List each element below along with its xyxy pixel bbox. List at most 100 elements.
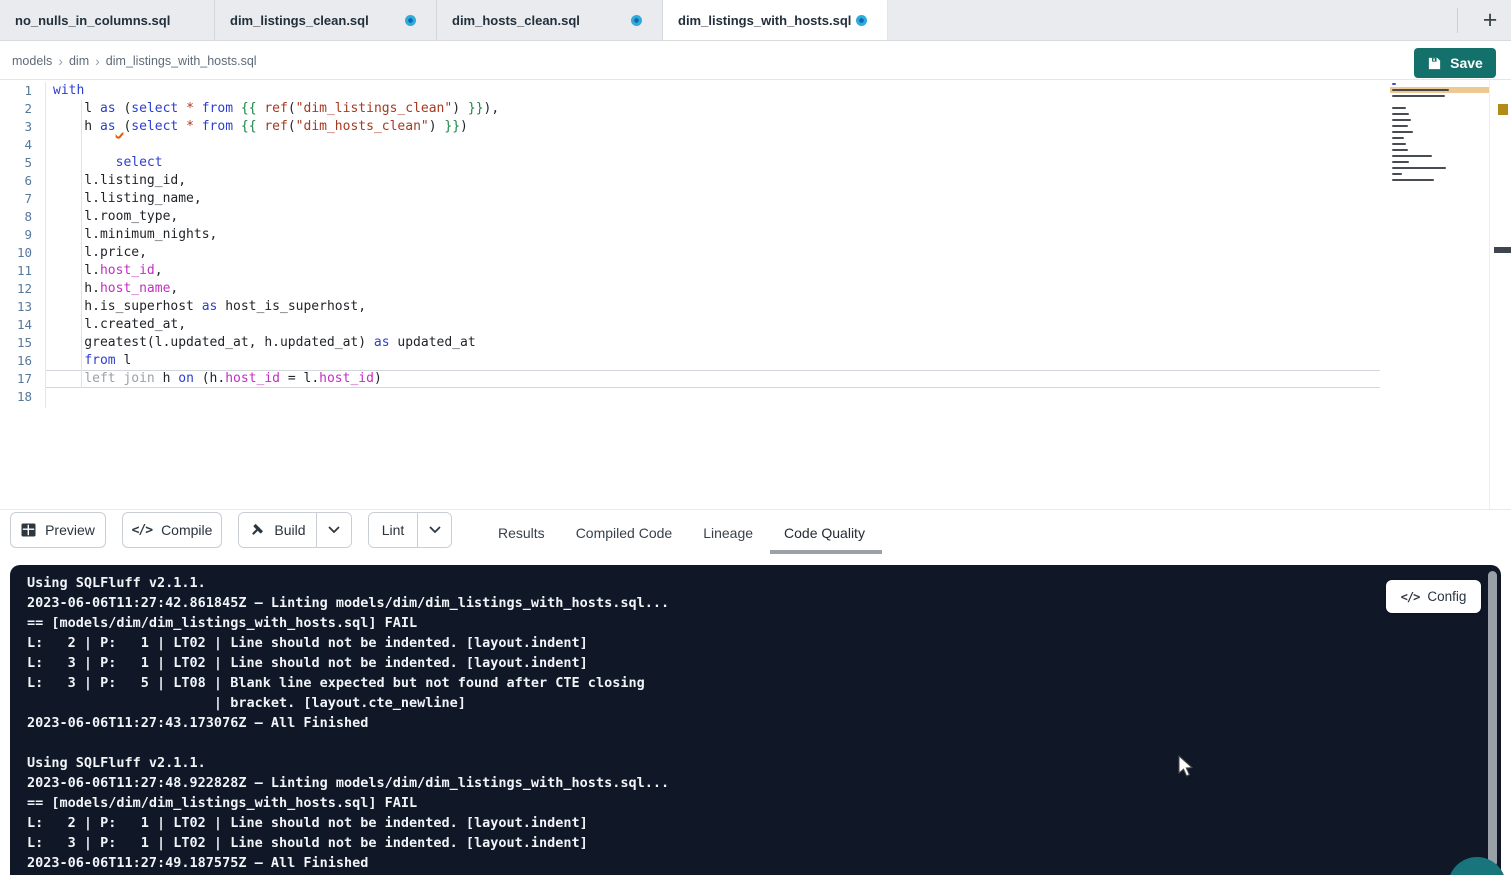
- action-toolbar: Preview </> Compile Build Lin: [0, 509, 1511, 554]
- lint-split-button: Lint: [368, 512, 452, 548]
- unsaved-changes-icon: [856, 15, 867, 26]
- code-token: greatest(l.updated_at, h.updated_at): [53, 335, 374, 350]
- panel-tab-code-quality[interactable]: Code Quality: [784, 510, 865, 555]
- config-button[interactable]: </> Config: [1386, 580, 1481, 613]
- code-line[interactable]: h.is_superhost as host_is_superhost,: [46, 298, 1380, 316]
- panel-tabs: Results Compiled Code Lineage Code Quality: [498, 510, 865, 555]
- tab-label: no_nulls_in_columns.sql: [15, 13, 170, 28]
- breadcrumb-item[interactable]: dim_listings_with_hosts.sql: [106, 54, 257, 68]
- breadcrumb-item[interactable]: models: [12, 54, 52, 68]
- code-line[interactable]: [46, 388, 1380, 406]
- code-token: l.listing_id,: [53, 173, 186, 188]
- panel-tab-compiled-code[interactable]: Compiled Code: [576, 510, 673, 555]
- panel-tab-results[interactable]: Results: [498, 510, 545, 555]
- editor-tab[interactable]: dim_hosts_clean.sql: [437, 0, 663, 40]
- minimap-line: [1392, 137, 1404, 139]
- code-token: (: [288, 101, 296, 116]
- code-line[interactable]: l.listing_id,: [46, 172, 1380, 190]
- code-token: [178, 119, 186, 134]
- code-line[interactable]: l.price,: [46, 244, 1380, 262]
- code-token: [233, 119, 241, 134]
- line-number: 10: [0, 244, 32, 262]
- breadcrumb-item[interactable]: dim: [69, 54, 89, 68]
- table-icon: [21, 523, 36, 537]
- editor-tab[interactable]: no_nulls_in_columns.sql: [0, 0, 215, 40]
- minimap-line: [1392, 119, 1411, 121]
- config-label: Config: [1427, 589, 1466, 604]
- minimap-line: [1392, 155, 1432, 157]
- code-line[interactable]: select: [46, 154, 1380, 172]
- plus-icon: +: [1483, 6, 1498, 34]
- editor-scrollbar-thumb[interactable]: [1494, 247, 1511, 253]
- minimap-line: [1392, 107, 1406, 109]
- code-editor[interactable]: 123456789101112131415161718 with l as (s…: [0, 80, 1511, 509]
- line-number: 6: [0, 172, 32, 190]
- lint-button[interactable]: Lint: [369, 513, 417, 547]
- editor-tab[interactable]: dim_listings_with_hosts.sql: [663, 0, 888, 41]
- line-number: 17: [0, 370, 32, 388]
- code-token: [53, 155, 116, 170]
- line-number: 12: [0, 280, 32, 298]
- code-token: select: [131, 119, 178, 134]
- code-token: h.is_superhost: [53, 299, 202, 314]
- code-token: on: [178, 371, 194, 386]
- save-label: Save: [1450, 55, 1483, 71]
- preview-button[interactable]: Preview: [10, 512, 106, 548]
- code-token: [194, 101, 202, 116]
- tab-label: dim_hosts_clean.sql: [452, 13, 580, 28]
- line-number: 14: [0, 316, 32, 334]
- code-token: h.: [53, 281, 100, 296]
- code-token: from: [84, 353, 115, 368]
- preview-label: Preview: [45, 522, 95, 538]
- code-token: "dim_hosts_clean": [296, 119, 429, 134]
- terminal-output: Using SQLFluff v2.1.1. 2023-06-06T11:27:…: [10, 565, 1501, 875]
- code-icon: </>: [132, 523, 152, 538]
- code-icon: </>: [1401, 590, 1420, 604]
- tab-label: dim_listings_with_hosts.sql: [678, 13, 851, 28]
- code-line[interactable]: l.room_type,: [46, 208, 1380, 226]
- code-token: ): [452, 101, 468, 116]
- code-token: host_id: [100, 263, 155, 278]
- code-token: from: [202, 119, 233, 134]
- panel-tab-lineage[interactable]: Lineage: [703, 510, 753, 555]
- terminal-scrollbar-thumb[interactable]: [1488, 571, 1497, 867]
- build-options-button[interactable]: [316, 513, 351, 547]
- save-button[interactable]: Save: [1414, 48, 1496, 78]
- code-line[interactable]: from l: [46, 352, 1380, 370]
- save-icon: [1427, 56, 1442, 71]
- line-number: 1: [0, 82, 32, 100]
- minimap-code: [1392, 83, 1449, 191]
- build-button[interactable]: Build: [239, 513, 316, 547]
- build-label: Build: [274, 522, 305, 538]
- code-line[interactable]: l.minimum_nights,: [46, 226, 1380, 244]
- code-line[interactable]: [46, 136, 1380, 154]
- code-line[interactable]: l.created_at,: [46, 316, 1380, 334]
- code-line[interactable]: l as (select * from {{ ref("dim_listings…: [46, 100, 1380, 118]
- code-line[interactable]: h as (select * from {{ ref("dim_hosts_cl…: [46, 118, 1380, 136]
- code-token: updated_at: [390, 335, 476, 350]
- minimap-line: [1392, 131, 1413, 133]
- minimap-line: [1392, 125, 1408, 127]
- code-lines: with l as (select * from {{ ref("dim_lis…: [46, 82, 1380, 406]
- unsaved-changes-icon: [405, 15, 416, 26]
- editor-tab[interactable]: dim_listings_clean.sql: [215, 0, 437, 40]
- code-line[interactable]: greatest(l.updated_at, h.updated_at) as …: [46, 334, 1380, 352]
- lint-options-button[interactable]: [417, 513, 451, 547]
- new-tab-button[interactable]: +: [1472, 2, 1508, 38]
- code-token: ): [374, 371, 382, 386]
- code-token: as: [100, 101, 116, 116]
- line-number: 9: [0, 226, 32, 244]
- code-line[interactable]: left join h on (h.host_id = l.host_id): [46, 370, 1380, 388]
- code-line[interactable]: with: [46, 82, 1380, 100]
- code-line[interactable]: l.host_id,: [46, 262, 1380, 280]
- code-line[interactable]: h.host_name,: [46, 280, 1380, 298]
- code-token: from: [202, 101, 233, 116]
- code-token: *: [186, 119, 194, 134]
- code-line[interactable]: l.listing_name,: [46, 190, 1380, 208]
- minimap[interactable]: [1390, 82, 1490, 200]
- code-token: {{: [241, 101, 257, 116]
- lint-label: Lint: [382, 522, 405, 538]
- line-number: 11: [0, 262, 32, 280]
- compile-button[interactable]: </> Compile: [122, 512, 222, 548]
- code-token: "dim_listings_clean": [296, 101, 453, 116]
